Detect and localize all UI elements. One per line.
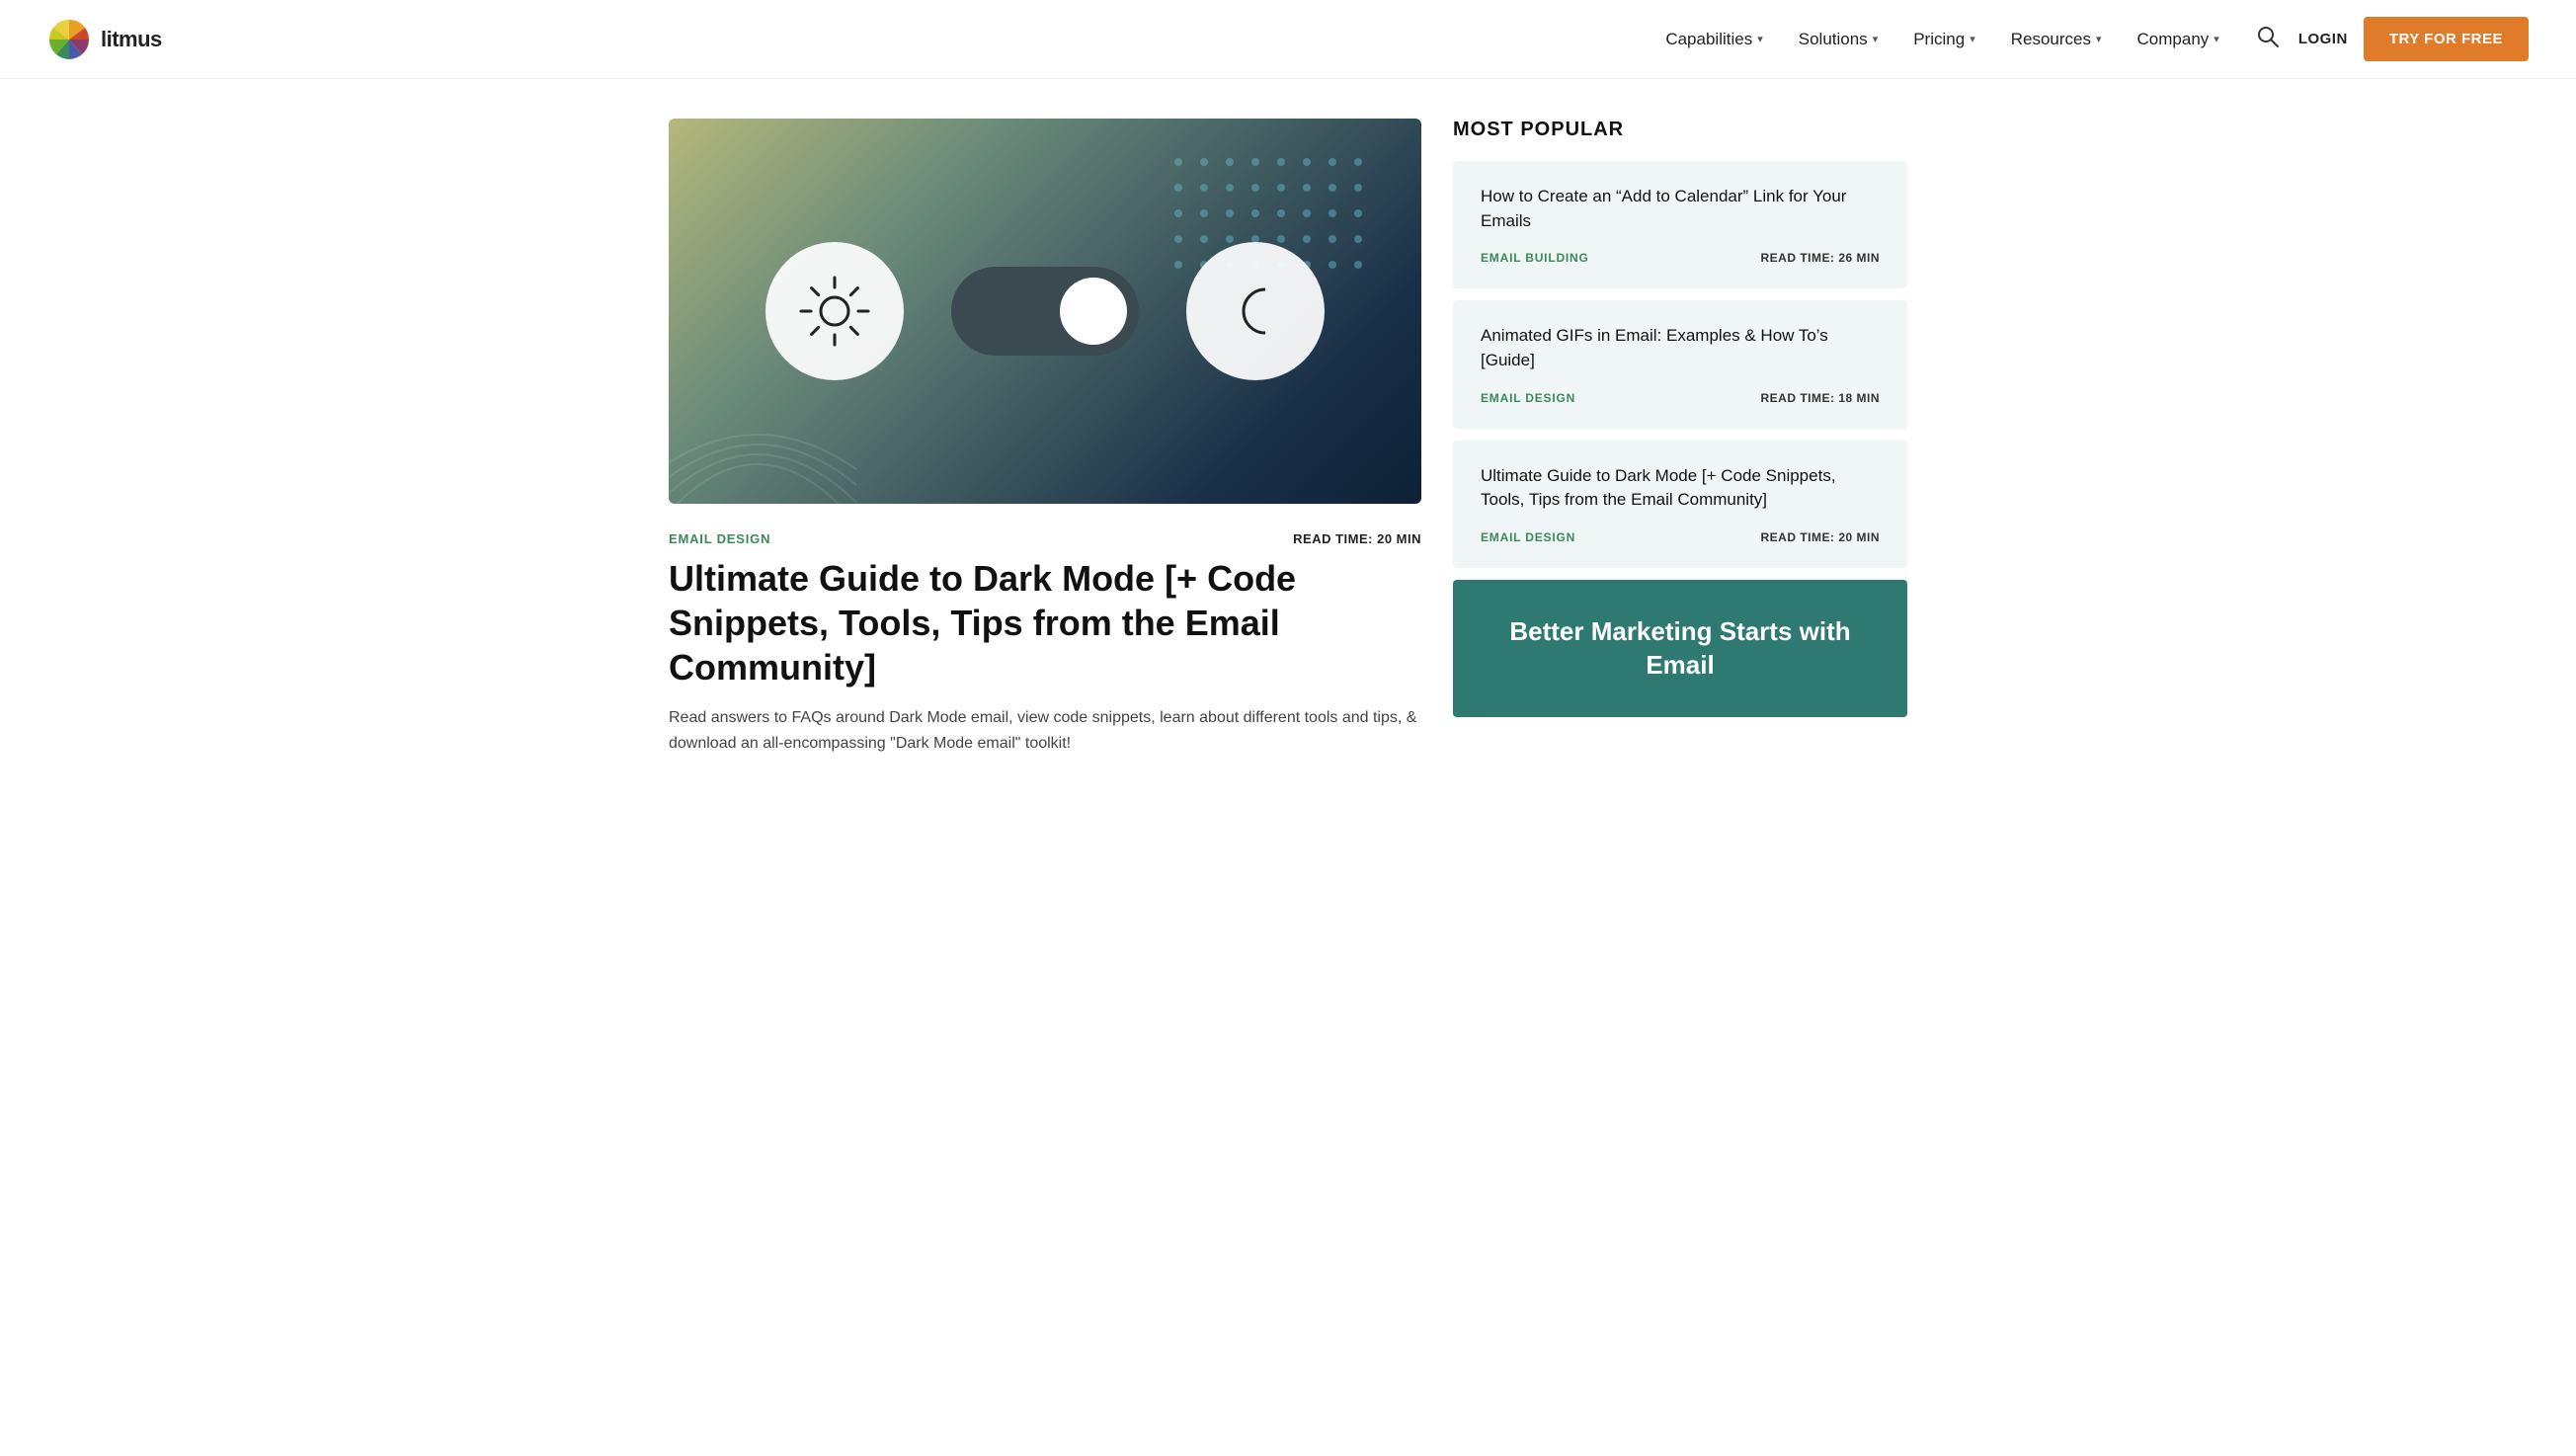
popular-card-footer-3: EMAIL DESIGN READ TIME: 20 MIN [1481,530,1880,544]
nav-item-resources[interactable]: Resources ▾ [1997,22,2116,57]
nav-right: LOGIN TRY FOR FREE [2253,17,2529,61]
chevron-down-icon: ▾ [1970,33,1975,45]
chevron-down-icon: ▾ [1757,33,1763,45]
chevron-down-icon: ▾ [2096,33,2102,45]
article-read-time: READ TIME: 20 MIN [1293,531,1421,546]
chevron-down-icon: ▾ [1873,33,1879,45]
article-title[interactable]: Ultimate Guide to Dark Mode [+ Code Snip… [669,556,1421,689]
main-container: EMAIL DESIGN READ TIME: 20 MIN Ultimate … [621,79,1955,795]
sidebar-section-title: MOST POPULAR [1453,119,1907,141]
sun-icon [795,272,874,351]
cta-title: Better Marketing Starts with Email [1481,615,1880,683]
hero-image[interactable] [669,119,1421,504]
card-read-time-3: READ TIME: 20 MIN [1760,530,1880,544]
sun-icon-circle [765,242,904,380]
toggle-knob [1060,278,1127,345]
nav-item-company[interactable]: Company ▾ [2124,22,2233,57]
try-free-button[interactable]: TRY FOR FREE [2364,17,2529,61]
sidebar: MOST POPULAR How to Create an “Add to Ca… [1453,119,1907,756]
nav-links: Capabilities ▾ Solutions ▾ Pricing ▾ Res… [1651,22,2232,57]
popular-card-2[interactable]: Animated GIFs in Email: Examples & How T… [1453,300,1907,428]
article-description: Read answers to FAQs around Dark Mode em… [669,705,1421,756]
card-tag-3[interactable]: EMAIL DESIGN [1481,530,1575,544]
card-read-time-2: READ TIME: 18 MIN [1760,391,1880,405]
card-tag-1[interactable]: EMAIL BUILDING [1481,251,1589,265]
main-nav: litmus Capabilities ▾ Solutions ▾ Pricin… [0,0,2576,79]
login-link[interactable]: LOGIN [2298,31,2348,47]
popular-card-title-1: How to Create an “Add to Calendar” Link … [1481,185,1880,233]
nav-item-solutions[interactable]: Solutions ▾ [1785,22,1892,57]
chevron-down-icon: ▾ [2214,33,2219,45]
logo-icon [47,18,91,61]
article-tag[interactable]: EMAIL DESIGN [669,531,770,546]
logo[interactable]: litmus [47,18,162,61]
cta-banner[interactable]: Better Marketing Starts with Email [1453,580,1907,718]
popular-card-footer-1: EMAIL BUILDING READ TIME: 26 MIN [1481,251,1880,265]
article-meta: EMAIL DESIGN READ TIME: 20 MIN [669,531,1421,546]
toggle-switch [951,267,1139,356]
search-button[interactable] [2253,22,2283,57]
popular-card-3[interactable]: Ultimate Guide to Dark Mode [+ Code Snip… [1453,441,1907,568]
logo-wordmark: litmus [101,27,162,52]
popular-card-1[interactable]: How to Create an “Add to Calendar” Link … [1453,161,1907,288]
moon-icon [1216,272,1295,351]
nav-item-capabilities[interactable]: Capabilities ▾ [1651,22,1776,57]
moon-icon-circle [1186,242,1325,380]
search-icon [2257,26,2279,47]
card-read-time-1: READ TIME: 26 MIN [1760,251,1880,265]
popular-card-title-3: Ultimate Guide to Dark Mode [+ Code Snip… [1481,464,1880,513]
popular-card-footer-2: EMAIL DESIGN READ TIME: 18 MIN [1481,391,1880,405]
card-tag-2[interactable]: EMAIL DESIGN [1481,391,1575,405]
article-area: EMAIL DESIGN READ TIME: 20 MIN Ultimate … [669,119,1421,756]
popular-card-title-2: Animated GIFs in Email: Examples & How T… [1481,324,1880,372]
nav-item-pricing[interactable]: Pricing ▾ [1899,22,1989,57]
